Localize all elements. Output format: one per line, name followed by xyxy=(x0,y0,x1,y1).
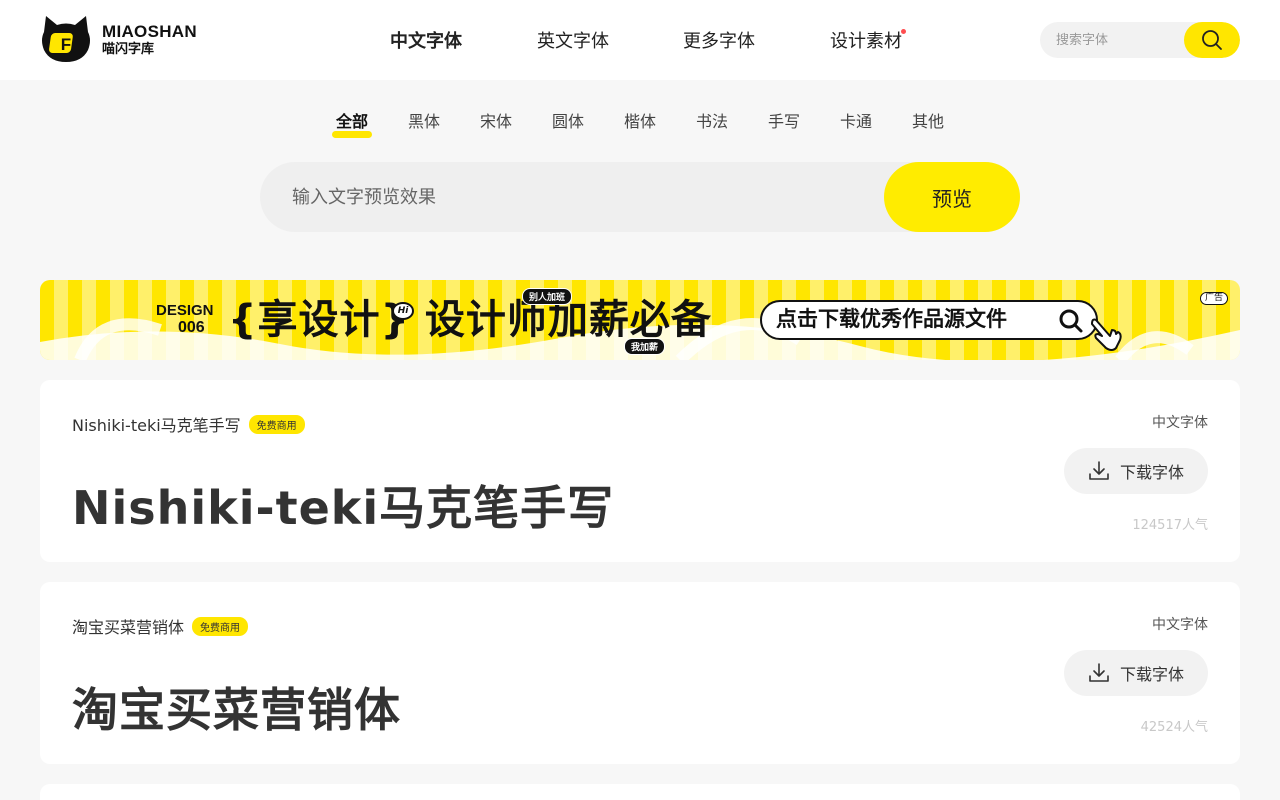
site-header: F MIAOSHAN 喵闪字库 中文字体 英文字体 更多字体 设计素材 xyxy=(0,0,1280,80)
pointer-hand-icon xyxy=(1091,318,1122,351)
header-search xyxy=(1040,22,1240,58)
download-font-button[interactable]: 下载字体 xyxy=(1064,448,1208,494)
category-kaiti[interactable]: 楷体 xyxy=(624,108,656,132)
search-icon xyxy=(1059,309,1083,333)
free-commercial-badge: 免费商用 xyxy=(192,617,249,636)
search-button[interactable] xyxy=(1184,22,1240,58)
banner-tag-bottom: 我加薪 xyxy=(624,338,666,355)
font-name[interactable]: Nishiki-teki马克笔手写 免费商用 xyxy=(72,412,305,436)
font-card[interactable]: 淘宝买菜营销体 免费商用 淘宝买菜营销体 中文字体 下载字体 42524人气 xyxy=(40,582,1240,764)
category-other[interactable]: 其他 xyxy=(912,108,944,132)
download-font-label: 下载字体 xyxy=(1119,665,1184,684)
font-name[interactable]: 淘宝买菜营销体 免费商用 xyxy=(72,614,249,638)
nav-chinese-fonts[interactable]: 中文字体 xyxy=(382,27,464,53)
banner-tag-top: 别人加班 xyxy=(522,288,573,305)
font-type-label: 中文字体 xyxy=(1152,617,1208,633)
nav-more-fonts[interactable]: 更多字体 xyxy=(683,27,755,53)
category-calligraphy[interactable]: 书法 xyxy=(696,108,728,132)
ad-banner[interactable]: DESIGN 006 {享设计} 设计师加薪必备 别人加班 我加薪 Hi 点击下… xyxy=(40,280,1240,360)
download-icon xyxy=(1089,663,1109,682)
font-name-label: Nishiki-teki马克笔手写 xyxy=(72,416,241,435)
preview-bar: 预览 xyxy=(260,162,1020,232)
free-commercial-badge: 免费商用 xyxy=(248,415,305,434)
category-tabs: 全部 黑体 宋体 圆体 楷体 书法 手写 卡通 其他 xyxy=(0,108,1280,138)
preview-text-input[interactable] xyxy=(260,162,880,232)
notification-dot xyxy=(901,29,906,34)
download-icon xyxy=(1089,461,1109,480)
banner-hi-bubble: Hi xyxy=(392,302,414,320)
category-all[interactable]: 全部 xyxy=(331,108,373,138)
search-icon xyxy=(1202,30,1222,50)
nav-english-fonts[interactable]: 英文字体 xyxy=(537,27,609,53)
category-heiti[interactable]: 黑体 xyxy=(408,108,440,132)
search-input[interactable] xyxy=(1040,22,1184,58)
category-songti[interactable]: 宋体 xyxy=(480,108,512,132)
popularity-count: 42524人气 xyxy=(1140,720,1208,735)
ad-badge: 广告 xyxy=(1199,292,1228,305)
category-handwriting[interactable]: 手写 xyxy=(768,108,800,132)
download-font-button[interactable]: 下载字体 xyxy=(1064,650,1208,696)
font-sample-preview[interactable]: Nishiki-teki马克笔手写 xyxy=(72,472,614,538)
popularity-count: 124517人气 xyxy=(1132,518,1208,533)
nav-design-assets[interactable]: 设计素材 xyxy=(830,27,906,53)
font-name-label: 淘宝买菜营销体 xyxy=(72,618,185,637)
banner-design-label: DESIGN 006 xyxy=(156,302,214,336)
category-yuanti[interactable]: 圆体 xyxy=(552,108,584,132)
preview-button[interactable]: 预览 xyxy=(884,162,1020,232)
banner-cta[interactable]: 点击下载优秀作品源文件 xyxy=(760,300,1098,340)
category-cartoon[interactable]: 卡通 xyxy=(840,108,872,132)
font-card[interactable]: Nishiki-teki马克笔手写 免费商用 Nishiki-teki马克笔手写 … xyxy=(40,380,1240,562)
font-card-partial[interactable] xyxy=(40,784,1240,800)
nav-design-assets-label: 设计素材 xyxy=(830,31,902,52)
font-type-label: 中文字体 xyxy=(1152,415,1208,431)
font-sample-preview[interactable]: 淘宝买菜营销体 xyxy=(72,674,401,740)
download-font-label: 下载字体 xyxy=(1119,463,1184,482)
banner-cta-label: 点击下载优秀作品源文件 xyxy=(776,307,1007,331)
